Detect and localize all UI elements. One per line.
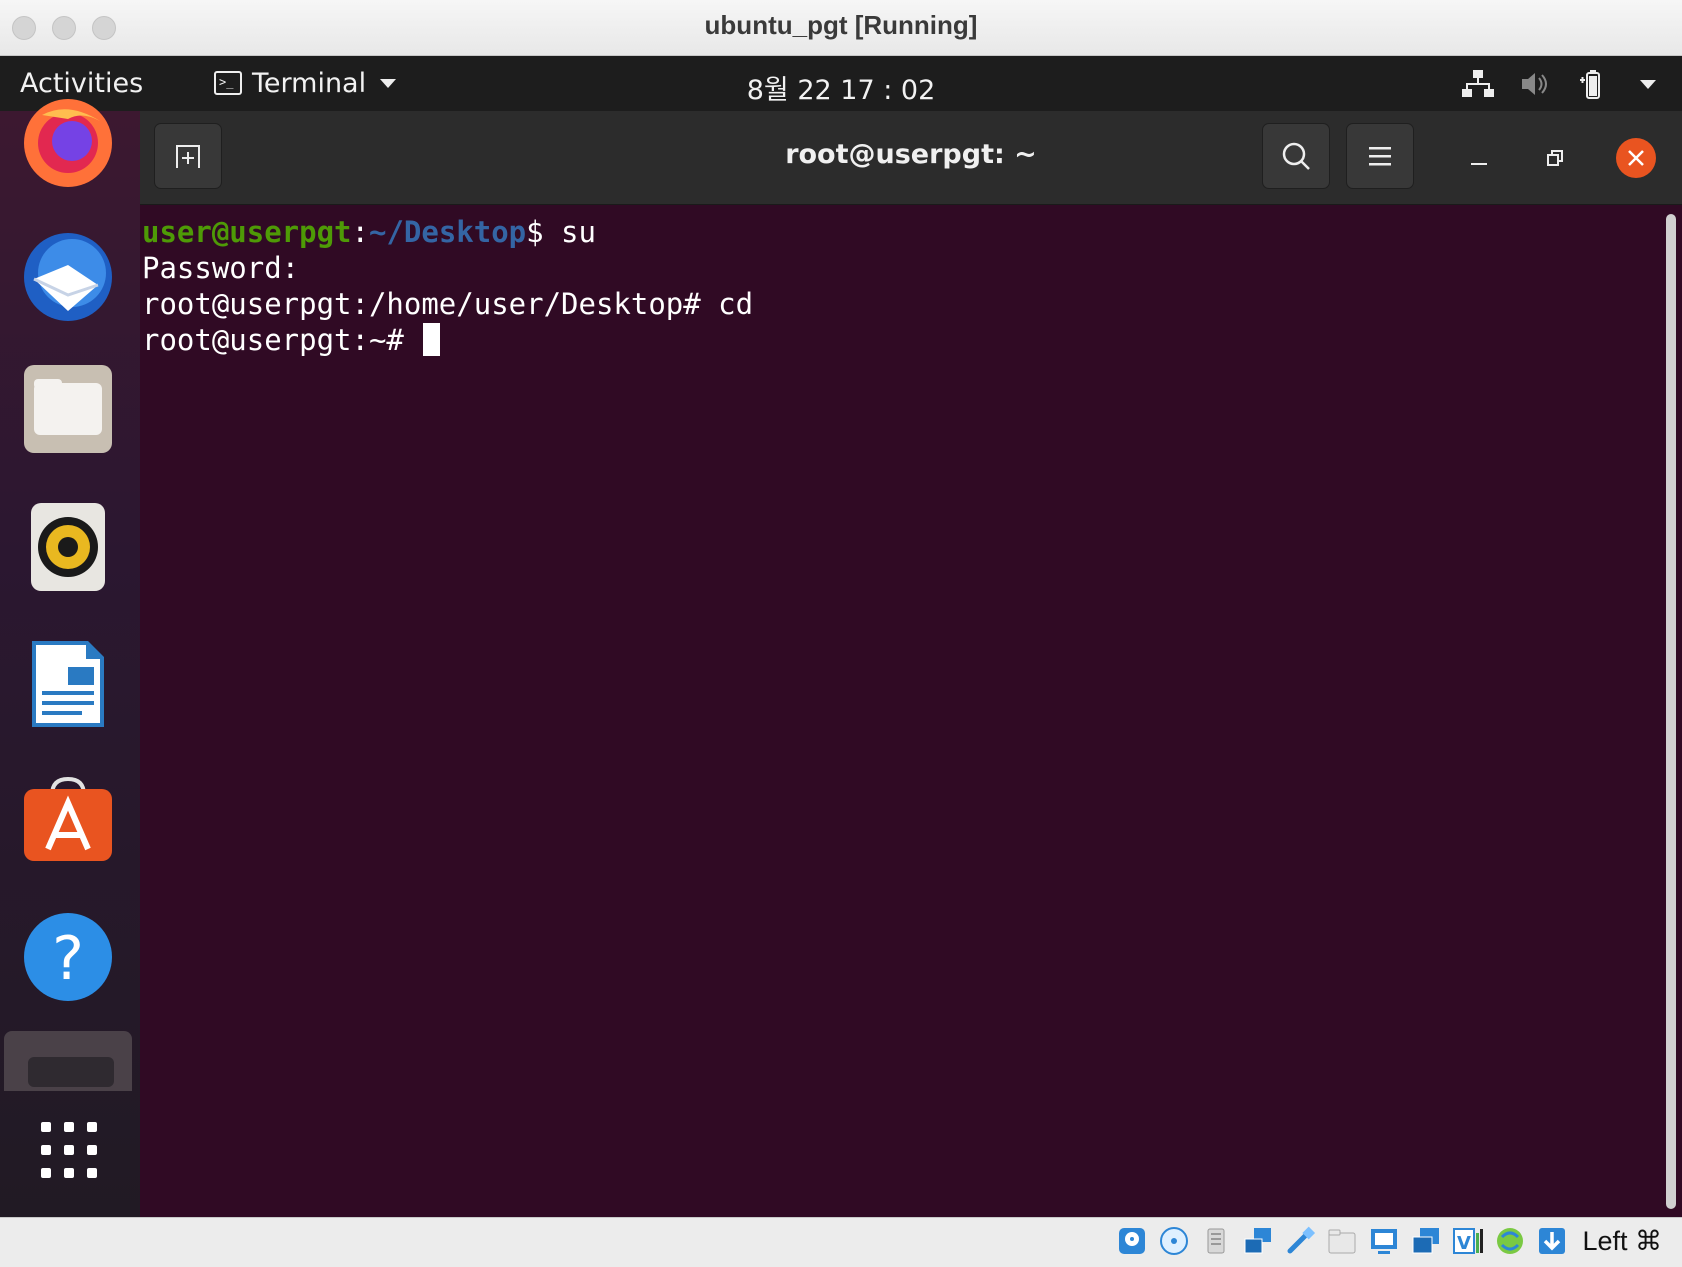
shared-folders-icon[interactable]	[1326, 1225, 1358, 1257]
search-icon	[1282, 142, 1310, 170]
thunderbird-launcher[interactable]	[20, 229, 116, 325]
help-icon: ?	[24, 913, 112, 1001]
terminal-line: root@userpgt:~#	[142, 322, 1662, 358]
terminal-line: root@userpgt:/home/user/Desktop# cd	[142, 287, 754, 321]
hard-disk-icon[interactable]	[1116, 1225, 1148, 1257]
prompt-symbol: $	[526, 215, 562, 249]
host-window-title: ubuntu_pgt [Running]	[704, 10, 978, 40]
search-button[interactable]	[1262, 123, 1330, 189]
virtualization-icon[interactable]: V	[1452, 1225, 1484, 1257]
volume-muted-icon	[1522, 73, 1547, 95]
usb-icon[interactable]	[1284, 1225, 1316, 1257]
gnome-top-bar: Activities >_ Terminal 8월 22 17 : 02	[0, 56, 1682, 111]
show-applications-button[interactable]	[30, 1111, 108, 1189]
terminal-launcher-active[interactable]	[4, 1031, 132, 1091]
document-writer-icon	[32, 641, 104, 727]
clock[interactable]: 8월 22 17 : 02	[0, 68, 1682, 107]
optical-disk-icon[interactable]	[1158, 1225, 1190, 1257]
network-icon[interactable]	[1242, 1225, 1274, 1257]
restore-icon	[1547, 150, 1563, 166]
app-grid-icon	[41, 1122, 97, 1178]
host-titlebar: ubuntu_pgt [Running]	[0, 0, 1682, 56]
help-launcher[interactable]: ?	[20, 909, 116, 1005]
files-launcher[interactable]	[20, 361, 116, 457]
network-wired-icon	[1462, 70, 1494, 97]
terminal-line: user@userpgt:~/Desktop$ su	[142, 214, 1662, 250]
guest-additions-icon[interactable]	[1494, 1225, 1526, 1257]
command-text: su	[561, 215, 596, 249]
text-cursor	[423, 323, 441, 356]
system-tray[interactable]	[1462, 66, 1656, 102]
terminal-icon	[28, 1057, 114, 1087]
software-store-icon	[24, 776, 112, 861]
dock: ?	[0, 99, 140, 1217]
prompt-user-host: user@userpgt	[142, 215, 352, 249]
current-prompt: root@userpgt:~#	[142, 323, 422, 357]
system-menu-chevron-icon	[1640, 79, 1656, 89]
svg-text:?: ?	[52, 924, 84, 994]
display-icon[interactable]	[1368, 1225, 1400, 1257]
hamburger-menu-icon	[1369, 147, 1391, 166]
ubuntu-software-launcher[interactable]	[20, 771, 116, 867]
firefox-launcher[interactable]	[20, 95, 116, 191]
minimize-button[interactable]	[1462, 141, 1496, 175]
prompt-separator: :	[351, 215, 369, 249]
close-icon	[1628, 150, 1644, 166]
menu-button[interactable]	[1346, 123, 1414, 189]
folder-icon	[24, 365, 112, 453]
minimize-icon	[1471, 163, 1487, 165]
thunderbird-icon	[24, 233, 112, 321]
prompt-path: ~/Desktop	[368, 215, 527, 249]
maximize-button[interactable]	[1538, 141, 1572, 175]
terminal-window: root@userpgt: ~ user@userpgt:~/Desktop$ …	[140, 111, 1682, 1217]
svg-text:V: V	[1457, 1233, 1471, 1254]
host-key-label: Left ⌘	[1582, 1225, 1662, 1256]
mouse-integration-icon[interactable]	[1536, 1225, 1568, 1257]
rhythmbox-launcher[interactable]	[20, 499, 116, 595]
terminal-line: Password:	[142, 251, 300, 285]
close-button[interactable]	[1616, 138, 1656, 178]
audio-icon[interactable]	[1200, 1225, 1232, 1257]
speaker-icon	[31, 503, 105, 591]
firefox-icon	[24, 99, 112, 187]
recording-icon[interactable]	[1410, 1225, 1442, 1257]
scrollbar[interactable]	[1666, 214, 1676, 1209]
battery-icon	[1580, 70, 1600, 99]
vbox-status-bar: V Left ⌘	[0, 1217, 1682, 1267]
terminal-title: root@userpgt: ~	[785, 139, 1037, 170]
terminal-output[interactable]: user@userpgt:~/Desktop$ su Password: roo…	[140, 204, 1662, 1217]
writer-launcher[interactable]	[20, 636, 116, 732]
terminal-headerbar: root@userpgt: ~	[140, 111, 1682, 205]
